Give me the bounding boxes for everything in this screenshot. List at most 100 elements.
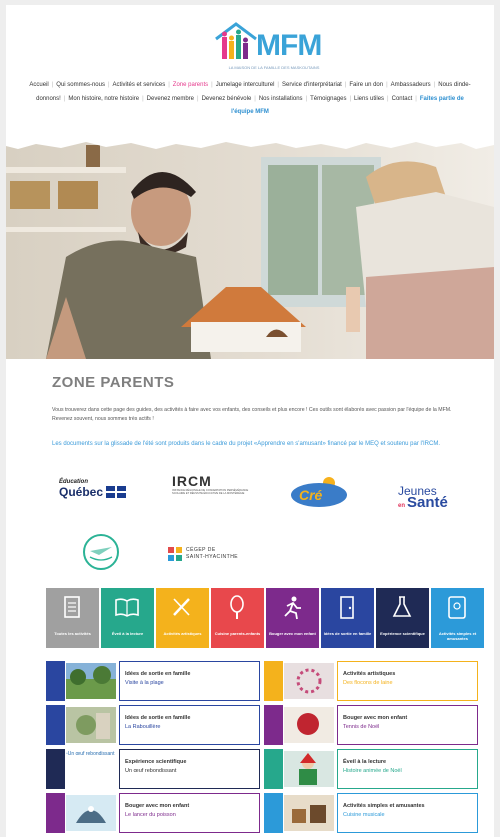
activity-category: Expérience scientifique bbox=[125, 759, 187, 765]
activity-title[interactable]: Cuisine musicale bbox=[343, 812, 385, 818]
activity-category: Idées de sortie en famille bbox=[125, 671, 191, 677]
nav-item[interactable]: Nos installations bbox=[259, 96, 303, 102]
nav-item[interactable]: Service d'interprétariat bbox=[282, 82, 342, 88]
activity-thumbnail bbox=[284, 751, 334, 787]
activity-thumbnail bbox=[66, 663, 116, 699]
activity-info-box[interactable]: Expérience scientifique Un œuf rebondissa… bbox=[119, 749, 260, 789]
paper-plane-circle-icon bbox=[83, 534, 119, 570]
category-label: Expérience scientifique bbox=[380, 631, 425, 636]
category-tile[interactable]: Expérience scientifique bbox=[376, 588, 429, 648]
docs-note-link[interactable]: Les documents sur la glissade de l'été s… bbox=[52, 439, 472, 449]
category-color-bar bbox=[46, 705, 65, 745]
cegep-squares-icon bbox=[168, 547, 182, 561]
partner-education-quebec-logo[interactable]: Éducation Québec bbox=[59, 479, 149, 505]
activity-title[interactable]: La Rabouillère bbox=[125, 724, 160, 730]
nav-item[interactable]: Liens utiles bbox=[354, 96, 384, 102]
nav-item[interactable]: Mon histoire, notre histoire bbox=[68, 96, 139, 102]
partner-jeunes-en-sante-logo[interactable]: Jeunes en Santé bbox=[398, 485, 473, 521]
nav-item[interactable]: Faire un don bbox=[349, 82, 383, 88]
category-label: Éveil à la lecture bbox=[111, 631, 144, 636]
activity-title[interactable]: Un œuf rebondissant bbox=[125, 768, 176, 774]
activity-card[interactable]: Bouger avec mon enfant Le lancer du poiss… bbox=[46, 793, 262, 833]
category-color-bar bbox=[46, 661, 65, 701]
nav-separator: | bbox=[387, 95, 389, 102]
hero-photo bbox=[6, 137, 494, 359]
partner-circle-logo[interactable] bbox=[82, 533, 120, 571]
activity-category: Activités simples et amusantes bbox=[343, 803, 425, 809]
activity-title[interactable]: Histoire animée de Noël bbox=[343, 768, 402, 774]
activity-card[interactable]: Idées de sortie en famille La Rabouillère bbox=[46, 705, 262, 745]
activity-card[interactable]: Bouger avec mon enfant Tennis de Noël bbox=[264, 705, 480, 745]
activity-info-box[interactable]: Activités artistiques Des flocons de lain… bbox=[337, 661, 478, 701]
activity-card[interactable]: ▫Un œuf rebondissant Expérience scientifi… bbox=[46, 749, 262, 789]
category-label: Cuisine parents-enfants bbox=[214, 631, 261, 636]
activity-info-box[interactable]: Idées de sortie en famille Visite à la pl… bbox=[119, 661, 260, 701]
activity-info-box[interactable]: Bouger avec mon enfant Le lancer du poiss… bbox=[119, 793, 260, 833]
nav-item[interactable]: Jumelage interculturel bbox=[216, 82, 275, 88]
partner-ircm-logo[interactable]: IRCM INSTANCE RÉGIONALE DE CONCERTATION … bbox=[172, 473, 252, 507]
category-filter-bar: Toutes les activités Éveil à la lecture Ac… bbox=[46, 588, 484, 648]
page: MFM LA MAISON DE LA FAMILLE DES MASKOUTA… bbox=[6, 5, 494, 837]
jeunes-logo-en: en bbox=[398, 503, 406, 509]
nav-separator: | bbox=[142, 95, 144, 102]
nav-separator: | bbox=[107, 82, 110, 88]
nav-item[interactable]: Accueil bbox=[29, 82, 48, 88]
category-label: Bouger avec mon enfant bbox=[269, 631, 316, 636]
nav-item[interactable]: Activités et services bbox=[113, 82, 166, 88]
running-person-icon bbox=[284, 596, 301, 620]
nav-separator: | bbox=[197, 95, 199, 102]
nav-item[interactable]: Ambassadeurs bbox=[391, 82, 431, 88]
activity-card[interactable]: Éveil à la lecture Histoire animée de Noë… bbox=[264, 749, 480, 789]
category-tile[interactable]: Cuisine parents-enfants bbox=[211, 588, 264, 648]
hero-image bbox=[6, 137, 494, 359]
nav-item[interactable]: Contact bbox=[392, 96, 413, 102]
activity-title[interactable]: Le lancer du poisson bbox=[125, 812, 176, 818]
partner-cre-logo[interactable]: Cré bbox=[289, 473, 349, 509]
nav-item[interactable]: Zone parents bbox=[173, 82, 208, 88]
mfm-logo[interactable]: MFM LA MAISON DE LA FAMILLE DES MASKOUTA… bbox=[214, 17, 334, 70]
category-tile[interactable]: Bouger avec mon enfant bbox=[266, 588, 319, 648]
category-tile[interactable]: Activités artistiques bbox=[156, 588, 209, 648]
category-color-bar bbox=[46, 749, 65, 789]
torn-paper-edge bbox=[6, 137, 494, 149]
logo-tagline: LA MAISON DE LA FAMILLE DES MASKOUTAINS bbox=[228, 65, 320, 70]
nav-separator: | bbox=[344, 82, 347, 88]
door-icon bbox=[340, 596, 354, 619]
nav-item[interactable]: Devenez bénévole bbox=[202, 96, 252, 102]
category-tile[interactable]: Idées de sortie en famille bbox=[321, 588, 374, 648]
page-title: ZONE PARENTS bbox=[52, 374, 175, 391]
activity-title[interactable]: Visite à la plage bbox=[125, 680, 164, 686]
house-family-icon bbox=[215, 22, 257, 59]
activity-thumbnail bbox=[284, 795, 334, 831]
category-tile[interactable]: Activités simples et amusantes bbox=[431, 588, 484, 648]
activity-info-box[interactable]: Bouger avec mon enfant Tennis de Noël bbox=[337, 705, 478, 745]
activity-info-box[interactable]: Activités simples et amusantes Cuisine mu… bbox=[337, 793, 478, 833]
activity-card[interactable]: Idées de sortie en famille Visite à la pl… bbox=[46, 661, 262, 701]
category-tile[interactable]: Toutes les activités bbox=[46, 588, 99, 648]
logo-wordmark: MFM bbox=[256, 29, 322, 62]
nav-separator: | bbox=[305, 95, 308, 102]
activity-title[interactable]: Tennis de Noël bbox=[343, 724, 379, 730]
ircm-logo-subtitle: INSTANCE RÉGIONALE DE CONCERTATION PERSÉ… bbox=[172, 489, 249, 496]
nav-item[interactable]: Qui sommes-nous bbox=[56, 82, 105, 88]
nav-separator: | bbox=[386, 82, 388, 88]
activity-title[interactable]: Des flocons de laine bbox=[343, 680, 393, 686]
activity-info-box[interactable]: Idées de sortie en famille La Rabouillère bbox=[119, 705, 260, 745]
nav-separator: | bbox=[168, 82, 170, 88]
cegep-logo-line2: SAINT-HYACINTHE bbox=[186, 553, 239, 560]
nav-item[interactable]: Témoignages bbox=[310, 96, 346, 102]
zone-intro-text: Vous trouverez dans cette page des guide… bbox=[52, 407, 452, 422]
list-document-icon bbox=[64, 596, 80, 618]
partner-cegep-logo[interactable]: CÉGEP DE SAINT-HYACINTHE bbox=[168, 546, 258, 562]
activity-thumbnail bbox=[284, 707, 334, 743]
activity-info-box[interactable]: Éveil à la lecture Histoire animée de Noë… bbox=[337, 749, 478, 789]
category-tile[interactable]: Éveil à la lecture bbox=[101, 588, 154, 648]
activity-thumbnail bbox=[284, 663, 334, 699]
category-label: Activités artistiques bbox=[163, 631, 202, 636]
nav-item[interactable]: Devenez membre bbox=[147, 96, 194, 102]
open-book-icon bbox=[115, 598, 139, 617]
activity-card[interactable]: Activités artistiques Des flocons de lain… bbox=[264, 661, 480, 701]
activity-card[interactable]: Activités simples et amusantes Cuisine mu… bbox=[264, 793, 480, 833]
whisk-icon bbox=[230, 595, 244, 619]
activity-category: Éveil à la lecture bbox=[343, 759, 387, 765]
